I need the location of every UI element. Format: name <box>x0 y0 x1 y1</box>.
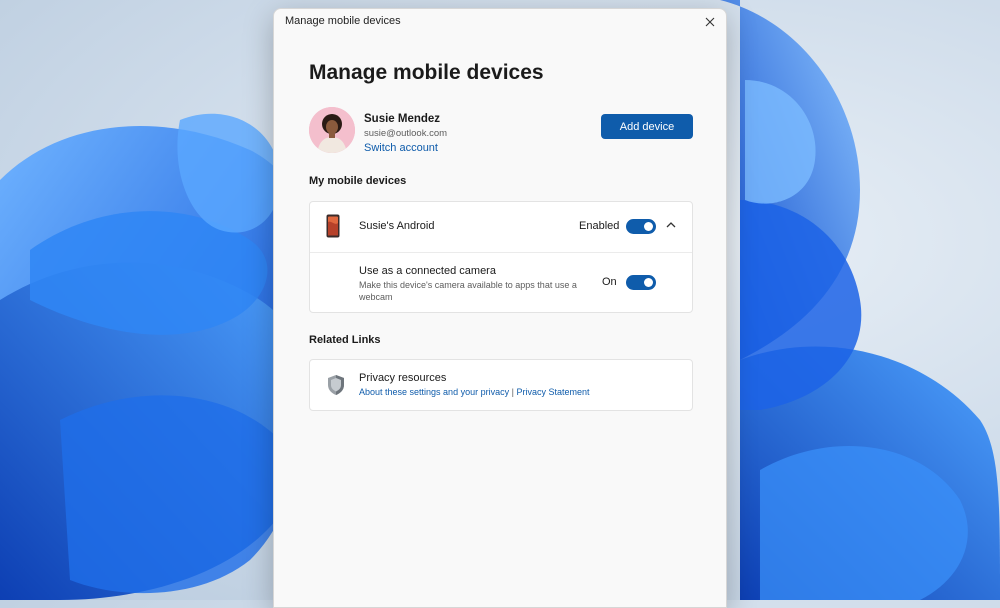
device-name: Susie's Android <box>359 220 435 232</box>
privacy-links: About these settings and your privacy | … <box>359 387 590 397</box>
camera-toggle[interactable] <box>626 275 656 290</box>
shield-icon <box>328 375 344 395</box>
camera-status: On <box>602 276 617 288</box>
device-enabled-toggle[interactable] <box>626 219 656 234</box>
related-links-heading: Related Links <box>309 334 381 346</box>
account-name: Susie Mendez <box>364 113 441 125</box>
camera-setting-title: Use as a connected camera <box>359 265 496 277</box>
account-email: susie@outlook.com <box>364 128 448 139</box>
privacy-card: Privacy resources About these settings a… <box>309 359 693 411</box>
close-icon <box>705 17 715 27</box>
connected-camera-row: Use as a connected camera Make this devi… <box>310 253 692 313</box>
window-title: Manage mobile devices <box>285 15 401 27</box>
phone-icon <box>326 214 340 238</box>
page-title: Manage mobile devices <box>309 61 544 84</box>
manage-devices-dialog: Manage mobile devices Manage mobile devi… <box>273 8 727 608</box>
switch-account-link[interactable]: Switch account <box>364 142 438 154</box>
link-separator: | <box>511 387 514 397</box>
device-row[interactable]: Susie's Android Enabled <box>310 202 692 252</box>
about-privacy-link[interactable]: About these settings and your privacy <box>359 387 509 397</box>
device-status: Enabled <box>579 220 620 232</box>
chevron-up-icon[interactable] <box>663 217 679 233</box>
privacy-statement-link[interactable]: Privacy Statement <box>516 387 589 397</box>
my-devices-heading: My mobile devices <box>309 175 407 187</box>
camera-setting-description: Make this device's camera available to a… <box>359 280 577 302</box>
privacy-resources-title: Privacy resources <box>359 372 447 384</box>
device-card: Susie's Android Enabled Use as a connect… <box>309 201 693 313</box>
close-button[interactable] <box>698 11 722 33</box>
titlebar: Manage mobile devices <box>274 9 726 35</box>
avatar <box>309 107 355 153</box>
add-device-button[interactable]: Add device <box>601 114 693 139</box>
